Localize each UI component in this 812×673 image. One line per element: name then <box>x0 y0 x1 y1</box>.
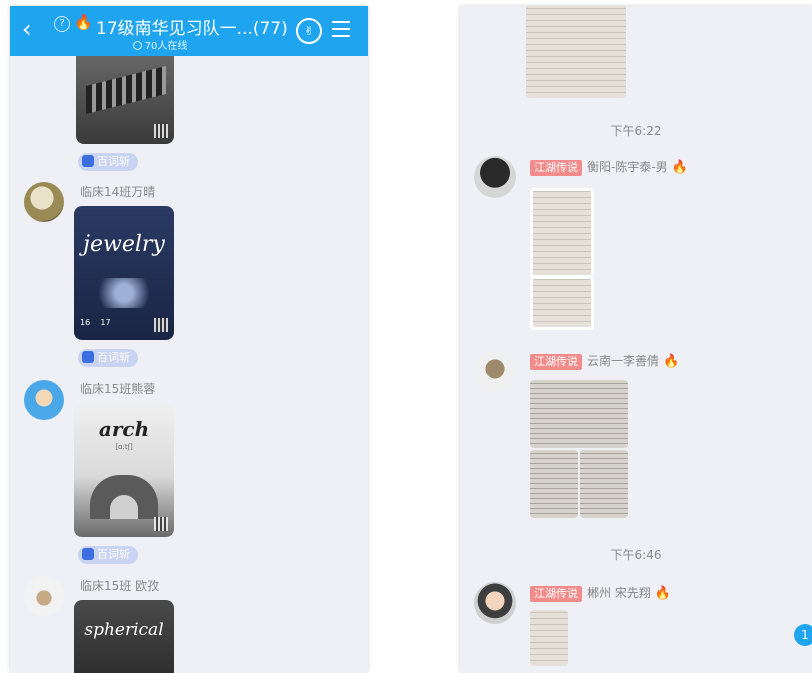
fire-icon: 🔥 <box>74 13 93 31</box>
app-badge-1[interactable]: 百词斩 <box>78 153 138 171</box>
photo-message[interactable] <box>530 610 568 666</box>
photo-message[interactable] <box>530 276 594 330</box>
avatar[interactable] <box>24 576 64 616</box>
member-name: 临床14班万晴 <box>80 185 156 199</box>
shared-card-4[interactable]: spherical <box>74 600 174 673</box>
help-icon[interactable]: ? <box>54 16 70 32</box>
chat-header: ‹ ? 🔥 17级南华见习队一...(77) 70人在线 ✌ <box>10 6 368 56</box>
member-name: 临床15班熊蓉 <box>80 382 156 396</box>
avatar[interactable] <box>474 582 516 624</box>
app-badge-3[interactable]: 百词斩 <box>78 546 138 564</box>
rank-tag: 江湖传说 <box>530 160 582 176</box>
unread-badge[interactable]: 1 <box>794 624 812 646</box>
sender-name: 江湖传说 云南一李善倩 🔥 <box>530 352 679 370</box>
member-count: (77) <box>252 19 288 39</box>
group-title[interactable]: 17级南华见习队一...(77) <box>96 14 288 39</box>
rank-tag: 江湖传说 <box>530 586 582 602</box>
baicizhan-icon <box>82 548 94 560</box>
shared-card-1[interactable] <box>76 46 174 144</box>
photo-message[interactable] <box>530 380 628 448</box>
sender-name: 江湖传说 衡阳-陈宇泰-男 🔥 <box>530 158 688 176</box>
baicizhan-icon <box>82 155 94 167</box>
card-word: jewelry <box>83 232 165 257</box>
member-name: 临床15班 欧孜 <box>80 579 160 593</box>
shared-card-3[interactable]: arch [ɑ:tʃ] <box>74 403 174 537</box>
timestamp: 下午6:22 <box>610 124 662 138</box>
menu-icon[interactable] <box>332 21 350 42</box>
photo-message[interactable] <box>580 450 628 518</box>
right-chat-screen: 下午6:22 江湖传说 衡阳-陈宇泰-男 🔥 江湖传说 云南一李善倩 🔥 下午6:46 … <box>460 6 812 673</box>
avatar[interactable] <box>24 380 64 420</box>
sender-name: 江湖传说 郴州 宋先翔 🔥 <box>530 584 671 602</box>
rank-tag: 江湖传说 <box>530 354 582 370</box>
left-chat-screen: 百词斩 临床14班万晴 jewelry 16 17 百词斩 临床15班熊蓉 ar… <box>10 6 368 673</box>
card-word: arch <box>98 417 150 441</box>
app-badge-2[interactable]: 百词斩 <box>78 349 138 367</box>
avatar[interactable] <box>474 350 516 392</box>
photo-message[interactable] <box>530 450 578 518</box>
fire-icon: 🔥 <box>663 354 680 369</box>
avatar[interactable] <box>474 156 516 198</box>
shared-card-2[interactable]: jewelry 16 17 <box>74 206 174 340</box>
online-status: 70人在线 <box>10 37 310 52</box>
avatar[interactable] <box>24 182 64 222</box>
gesture-icon[interactable]: ✌ <box>296 18 322 44</box>
card-phonetic: [ɑ:tʃ] <box>115 443 133 451</box>
fire-icon: 🔥 <box>671 160 688 175</box>
clock-icon <box>132 41 142 50</box>
card-word: spherical <box>84 620 164 640</box>
photo-message[interactable] <box>530 188 594 278</box>
baicizhan-icon <box>82 351 94 363</box>
photo-message[interactable] <box>526 6 626 98</box>
fire-icon: 🔥 <box>654 586 672 601</box>
timestamp: 下午6:46 <box>610 548 662 562</box>
